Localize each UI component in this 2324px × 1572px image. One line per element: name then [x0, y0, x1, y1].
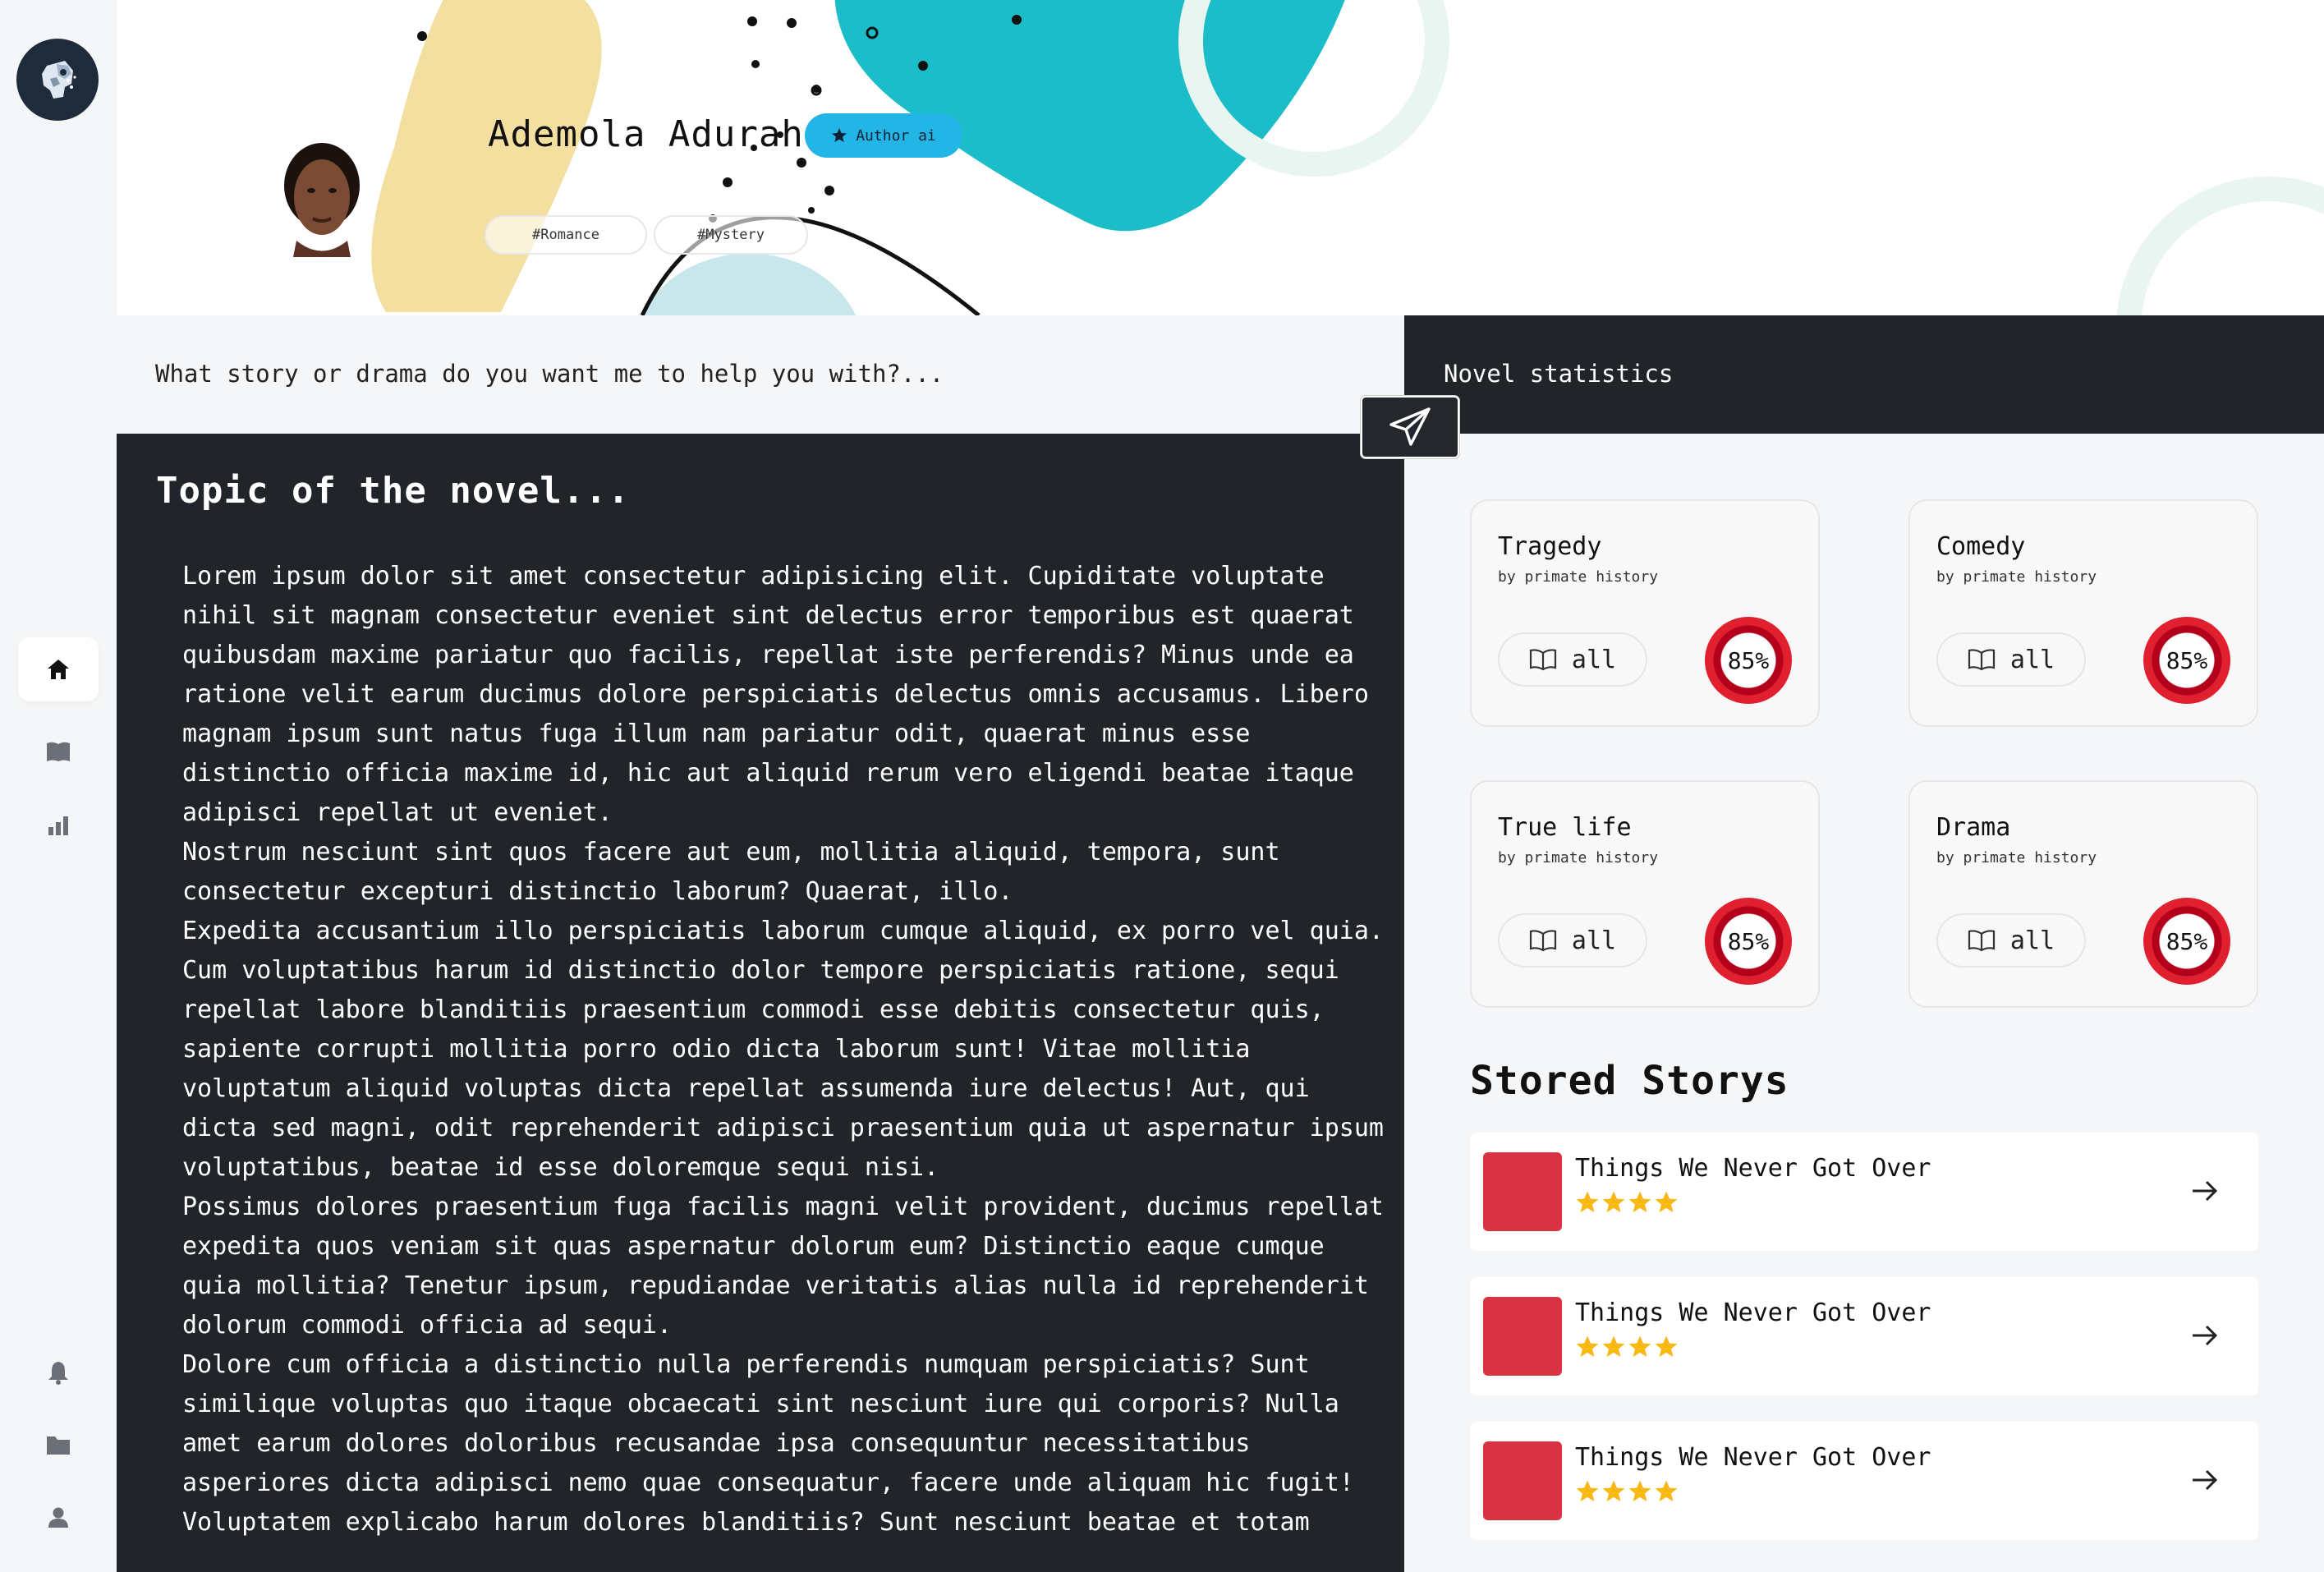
sidebar-item-home[interactable] — [18, 637, 99, 701]
card-name: Drama — [1936, 813, 2011, 842]
sidebar-item-notifications[interactable] — [18, 1340, 99, 1404]
stats-title: Novel statistics — [1444, 360, 1674, 388]
story-thumbnail — [1483, 1441, 1562, 1520]
avatar[interactable] — [277, 138, 367, 257]
novel-title: Topic of the novel... — [156, 470, 631, 512]
star-icon — [1655, 1191, 1678, 1212]
card-name: Tragedy — [1498, 532, 1602, 561]
all-button[interactable]: all — [1498, 913, 1647, 968]
percent-ring: 85% — [1705, 898, 1792, 985]
author-ai-badge[interactable]: Author ai — [805, 113, 962, 158]
novel-paragraph: Expedita accusantium illo perspiciatis l… — [182, 917, 1384, 945]
send-icon — [1389, 407, 1431, 446]
author-name: Ademola Adurah — [488, 113, 804, 155]
arrow-right-icon[interactable] — [2191, 1323, 2219, 1348]
profile-banner: Ademola Adurah Author ai #Romance #Myste… — [117, 0, 2324, 315]
prompt-bar[interactable]: What story or drama do you want me to he… — [117, 315, 1404, 434]
percent-ring: 85% — [2143, 898, 2230, 985]
star-rating — [1575, 1479, 1679, 1504]
house-icon — [48, 660, 69, 679]
novel-panel: Topic of the novel... Lorem ipsum dolor … — [117, 434, 1404, 1572]
novel-paragraph: Voluptatem explicabo harum dolores bland… — [182, 1508, 1310, 1537]
percent-ring: 85% — [2143, 617, 2230, 704]
sidebar-item-library[interactable] — [18, 719, 99, 784]
all-label: all — [1571, 645, 1617, 674]
stat-card-comedy[interactable]: Comedy by primate history all 85% — [1908, 499, 2258, 727]
all-button[interactable]: all — [1936, 632, 2086, 687]
novel-body[interactable]: Lorem ipsum dolor sit amet consectetur a… — [182, 557, 1389, 1542]
stat-card-tragedy[interactable]: Tragedy by primate history all 85% — [1470, 499, 1820, 727]
all-button[interactable]: all — [1498, 632, 1647, 687]
user-icon — [48, 1507, 68, 1528]
star-icon — [832, 128, 847, 142]
card-subtitle: by primate history — [1498, 568, 1659, 586]
story-title: Things We Never Got Over — [1575, 1443, 1931, 1472]
sidebar-item-profile[interactable] — [18, 1485, 99, 1549]
all-label: all — [1571, 926, 1617, 955]
robot-head-logo[interactable] — [16, 39, 99, 121]
stat-card-drama[interactable]: Drama by primate history all 85% — [1908, 780, 2258, 1008]
card-subtitle: by primate history — [1936, 568, 2097, 586]
prompt-input[interactable]: What story or drama do you want me to he… — [155, 360, 944, 388]
bell-icon — [48, 1362, 68, 1385]
send-button[interactable] — [1361, 396, 1459, 458]
card-name: True life — [1498, 813, 1632, 842]
star-icon — [1602, 1480, 1625, 1501]
story-item[interactable]: Things We Never Got Over — [1470, 1422, 2258, 1540]
star-icon — [1576, 1335, 1599, 1357]
open-book-icon — [1968, 649, 1996, 671]
book-icon — [47, 742, 70, 761]
all-label: all — [2009, 926, 2055, 955]
story-title: Things We Never Got Over — [1575, 1299, 1931, 1327]
open-book-icon — [1968, 930, 1996, 952]
tag-mystery[interactable]: #Mystery — [654, 215, 808, 255]
arrow-right-icon[interactable] — [2191, 1179, 2219, 1203]
card-subtitle: by primate history — [1936, 849, 2097, 866]
novel-paragraph: Lorem ipsum dolor sit amet consectetur a… — [182, 562, 1369, 827]
card-subtitle: by primate history — [1498, 849, 1659, 866]
sidebar-item-folders[interactable] — [18, 1413, 99, 1477]
star-icon — [1628, 1480, 1651, 1501]
open-book-icon — [1529, 930, 1557, 952]
novel-paragraph: Dolore cum officia a distinctio nulla pe… — [182, 1350, 1354, 1497]
star-rating — [1575, 1190, 1679, 1215]
novel-paragraph: Nostrum nesciunt sint quos facere aut eu… — [182, 838, 1280, 906]
card-name: Comedy — [1936, 532, 2026, 561]
folder-icon — [47, 1436, 70, 1455]
sidebar — [0, 0, 117, 1572]
stat-card-true-life[interactable]: True life by primate history all 85% — [1470, 780, 1820, 1008]
bar-chart-icon — [48, 816, 68, 835]
star-icon — [1628, 1335, 1651, 1357]
story-thumbnail — [1483, 1152, 1562, 1231]
star-rating — [1575, 1335, 1679, 1359]
story-title: Things We Never Got Over — [1575, 1154, 1931, 1183]
stored-stories-title: Stored Storys — [1470, 1058, 1789, 1104]
story-item[interactable]: Things We Never Got Over — [1470, 1277, 2258, 1395]
tag-romance[interactable]: #Romance — [485, 215, 647, 255]
star-icon — [1576, 1191, 1599, 1212]
robot-head-icon — [42, 61, 76, 99]
sidebar-item-stats[interactable] — [18, 793, 99, 857]
star-icon — [1576, 1480, 1599, 1501]
novel-paragraph: Possimus dolores praesentium fuga facili… — [182, 1193, 1384, 1340]
star-icon — [1655, 1335, 1678, 1357]
star-icon — [1602, 1191, 1625, 1212]
arrow-right-icon[interactable] — [2191, 1468, 2219, 1492]
star-icon — [1655, 1480, 1678, 1501]
open-book-icon — [1529, 649, 1557, 671]
stats-header: Novel statistics — [1404, 315, 2324, 434]
decorative-dots-and-rings — [417, 0, 2324, 315]
novel-paragraph: Cum voluptatibus harum id distinctio dol… — [182, 956, 1384, 1182]
percent-ring: 85% — [1705, 617, 1792, 704]
author-badge-label: Author ai — [856, 126, 936, 145]
story-thumbnail — [1483, 1297, 1562, 1376]
star-icon — [1628, 1191, 1651, 1212]
all-button[interactable]: all — [1936, 913, 2086, 968]
star-icon — [1602, 1335, 1625, 1357]
story-item[interactable]: Things We Never Got Over — [1470, 1133, 2258, 1251]
all-label: all — [2009, 645, 2055, 674]
